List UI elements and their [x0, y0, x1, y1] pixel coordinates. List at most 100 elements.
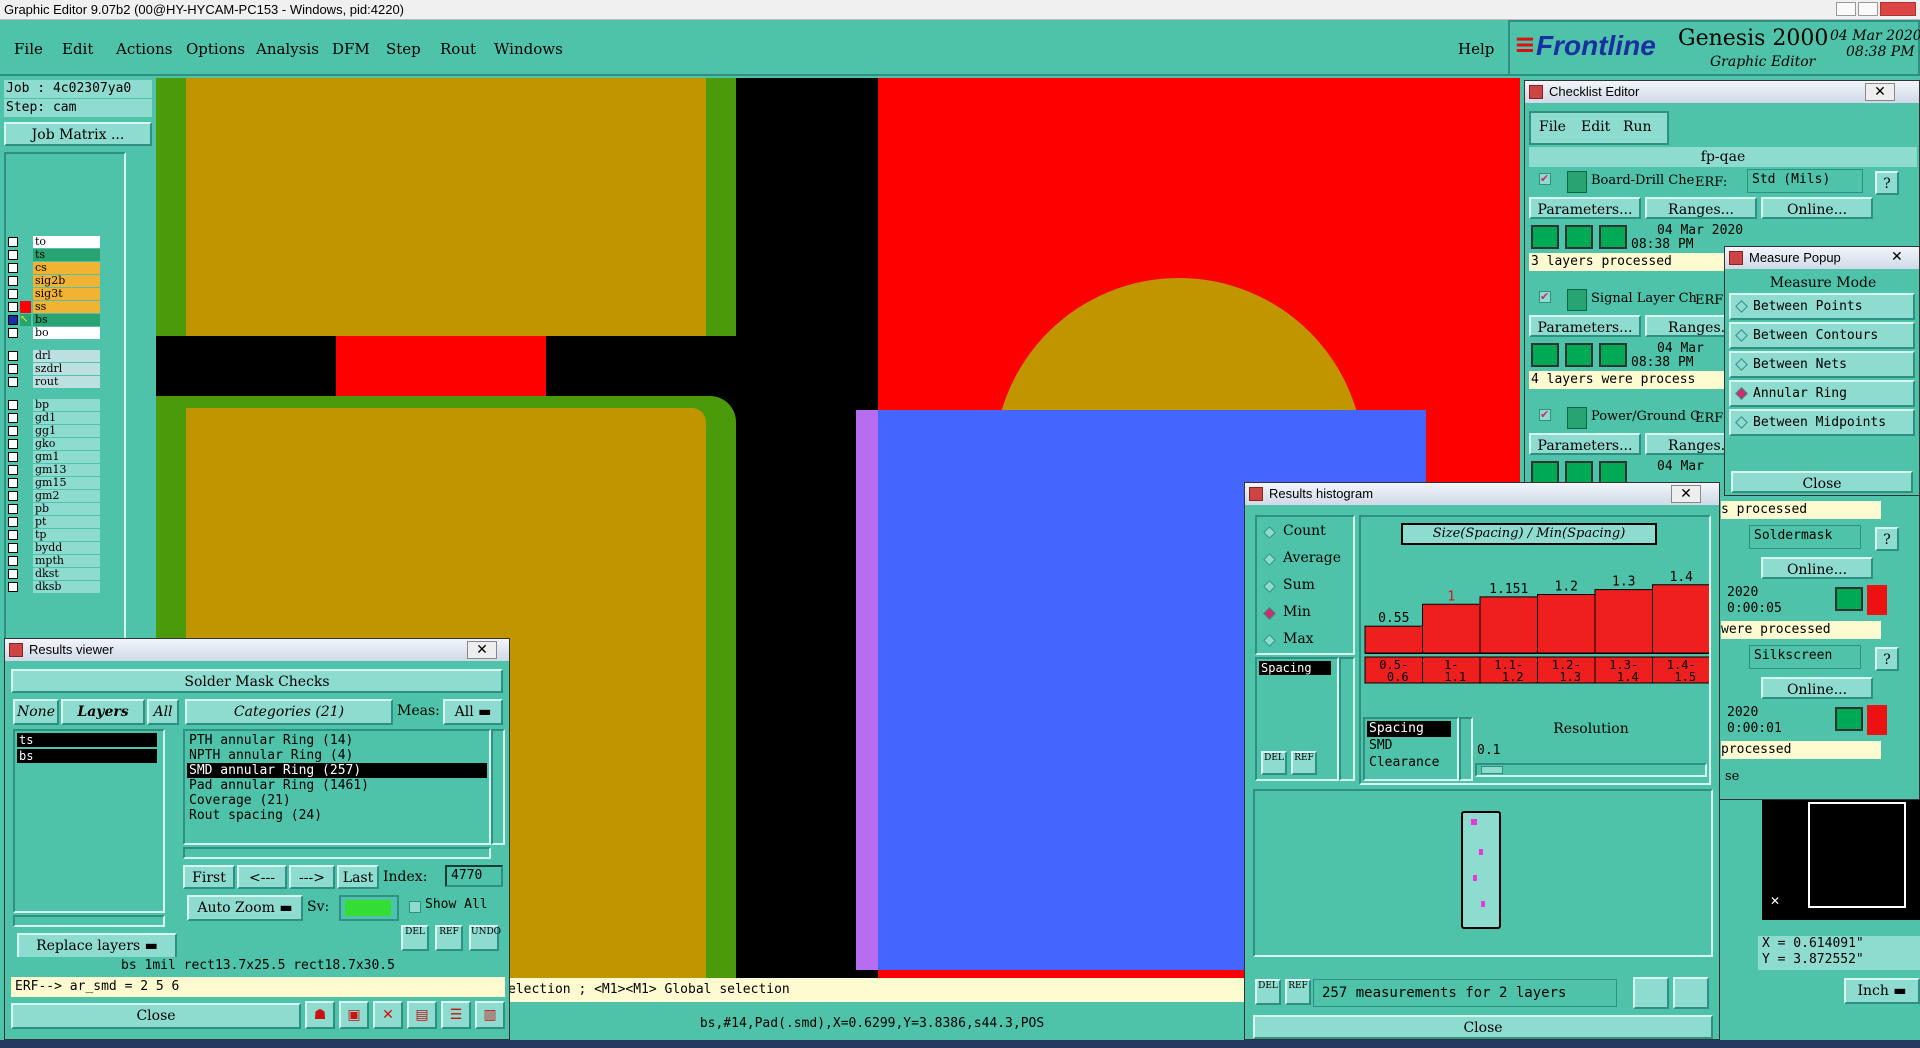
check-flag-icon[interactable]: ✔ [1539, 409, 1551, 421]
layer-checkbox[interactable] [8, 569, 18, 579]
run-icon[interactable] [1599, 225, 1627, 249]
layer-checkbox[interactable] [8, 377, 18, 387]
list-item[interactable]: ts [17, 733, 157, 747]
layer-checkbox[interactable] [8, 517, 18, 527]
layer-checkbox[interactable] [8, 556, 18, 566]
zoom-icon[interactable] [1835, 707, 1863, 731]
category-item[interactable]: Coverage (21) [187, 793, 487, 808]
results-viewer-close-icon[interactable]: ✕ [467, 641, 497, 659]
export-icon[interactable] [1673, 977, 1709, 1009]
chart-icon[interactable]: ▥ [475, 1001, 505, 1029]
layer-list-hscroll[interactable] [13, 915, 165, 927]
layer-checkbox[interactable] [8, 478, 18, 488]
window-close-button[interactable] [1880, 2, 1916, 16]
layer-checkbox[interactable] [8, 328, 18, 338]
minimize-button[interactable] [1836, 2, 1856, 16]
menu-step[interactable]: Step [386, 40, 421, 58]
unit-dropdown[interactable]: Inch ▬ [1844, 978, 1920, 1004]
preview-del-button[interactable]: DEL [1255, 979, 1281, 1005]
checklist-menu-edit[interactable]: Edit [1581, 119, 1610, 135]
layer-checkbox[interactable] [8, 530, 18, 540]
run-icon[interactable] [1531, 225, 1559, 249]
help-icon[interactable]: ? [1875, 527, 1899, 551]
layer-checkbox[interactable] [8, 543, 18, 553]
layer-checkbox[interactable] [8, 276, 18, 286]
erf-value[interactable]: Std (Mils) [1747, 169, 1863, 193]
mode-between-midpoints[interactable]: Between Midpoints [1729, 409, 1915, 436]
layer-row-pb[interactable]: pb [8, 503, 100, 516]
menu-dfm[interactable]: DFM [332, 40, 370, 58]
menu-rout[interactable]: Rout [440, 40, 476, 58]
category-item[interactable]: SMD annular Ring (257) [187, 763, 487, 778]
menu-file[interactable]: File [14, 40, 43, 58]
parameters-button[interactable]: Parameters... [1529, 197, 1641, 219]
meas-type-item[interactable]: Spacing [1367, 721, 1451, 737]
stat-min[interactable]: Min [1263, 604, 1349, 624]
stat-sum[interactable]: Sum [1263, 577, 1349, 597]
measure-list-vscroll[interactable] [1339, 657, 1355, 781]
histogram-bar[interactable] [1479, 596, 1538, 654]
menu-analysis[interactable]: Analysis [256, 40, 319, 58]
layer-checkbox[interactable] [8, 289, 18, 299]
mark-icon[interactable]: ▣ [339, 1001, 369, 1029]
sv-color-dropdown[interactable] [339, 895, 399, 921]
layer-checkbox[interactable] [8, 465, 18, 475]
run-icon[interactable] [1531, 343, 1559, 367]
layer-row-ss[interactable]: ss [8, 301, 100, 314]
resolution-slider[interactable] [1475, 763, 1707, 777]
parameters-button[interactable]: Parameters... [1529, 433, 1641, 455]
layer-checkbox[interactable] [8, 400, 18, 410]
mode-between-nets[interactable]: Between Nets [1729, 351, 1915, 378]
job-matrix-button[interactable]: Job Matrix ... [4, 122, 152, 146]
ref-button[interactable]: REF [1291, 751, 1317, 775]
category-item[interactable]: PTH annular Ring (14) [187, 733, 487, 748]
meas-type-item[interactable]: SMD [1367, 738, 1451, 754]
layer-checkbox[interactable] [8, 302, 18, 312]
parameters-button[interactable]: Parameters... [1529, 315, 1641, 337]
checklist-close-partial[interactable]: se [1725, 769, 1739, 784]
category-list[interactable]: PTH annular Ring (14) NPTH annular Ring (… [183, 729, 491, 845]
del-button[interactable]: DEL [401, 925, 429, 951]
zoom-icon[interactable] [1835, 587, 1863, 611]
measure-list[interactable]: Spacing DEL REF [1255, 657, 1339, 781]
checklist-close-icon[interactable]: ✕ [1865, 83, 1895, 101]
layer-checkbox[interactable] [8, 351, 18, 361]
layer-checkbox[interactable] [8, 237, 18, 247]
undo-button[interactable]: UNDO [469, 925, 501, 951]
category-vscroll[interactable] [491, 729, 505, 845]
mode-annular-ring[interactable]: Annular Ring [1729, 380, 1915, 407]
alert-icon[interactable] [1867, 585, 1887, 615]
layer-row-sig3t[interactable]: sig3t [8, 288, 100, 301]
online-button[interactable]: Online... [1761, 557, 1873, 579]
show-all-checkbox[interactable] [409, 901, 421, 913]
meas-type-list[interactable]: Spacing SMD Clearance [1363, 717, 1459, 781]
mode-between-contours[interactable]: Between Contours [1729, 322, 1915, 349]
check-flag-icon[interactable]: ✔ [1539, 173, 1551, 185]
menu-windows[interactable]: Windows [494, 40, 563, 58]
layer-checkbox[interactable] [8, 364, 18, 374]
person-icon[interactable]: ☗ [305, 1001, 335, 1029]
checklist-menu-file[interactable]: File [1539, 119, 1566, 135]
checklist-menu-run[interactable]: Run [1623, 119, 1652, 135]
histogram-bar[interactable] [1364, 625, 1423, 654]
menu-actions[interactable]: Actions [116, 40, 172, 58]
first-button[interactable]: First [183, 865, 235, 889]
erf-value[interactable]: Silkscreen [1749, 645, 1861, 669]
list-icon[interactable]: ☰ [441, 1001, 471, 1029]
layer-row-bo[interactable]: bo [8, 327, 100, 340]
ref-button[interactable]: REF [435, 925, 463, 951]
layer-list[interactable]: ts bs [13, 729, 165, 913]
action-name[interactable]: Signal Layer Ch [1591, 291, 1697, 306]
layer-row-dksb[interactable]: dksb [8, 581, 100, 594]
meas-dropdown[interactable]: All ▬ [443, 699, 503, 725]
online-button[interactable]: Online... [1761, 197, 1873, 219]
mode-between-points[interactable]: Between Points [1729, 293, 1915, 320]
layer-checkbox[interactable] [8, 263, 18, 273]
run-icon[interactable] [1599, 343, 1627, 367]
ranges-button[interactable]: Ranges... [1645, 197, 1757, 219]
list-item[interactable]: bs [17, 749, 157, 763]
layer-row-pt[interactable]: pt [8, 516, 100, 529]
next-button[interactable]: ---> [289, 865, 335, 889]
preview-ref-button[interactable]: REF [1285, 979, 1311, 1005]
layer-checkbox[interactable] [8, 504, 18, 514]
